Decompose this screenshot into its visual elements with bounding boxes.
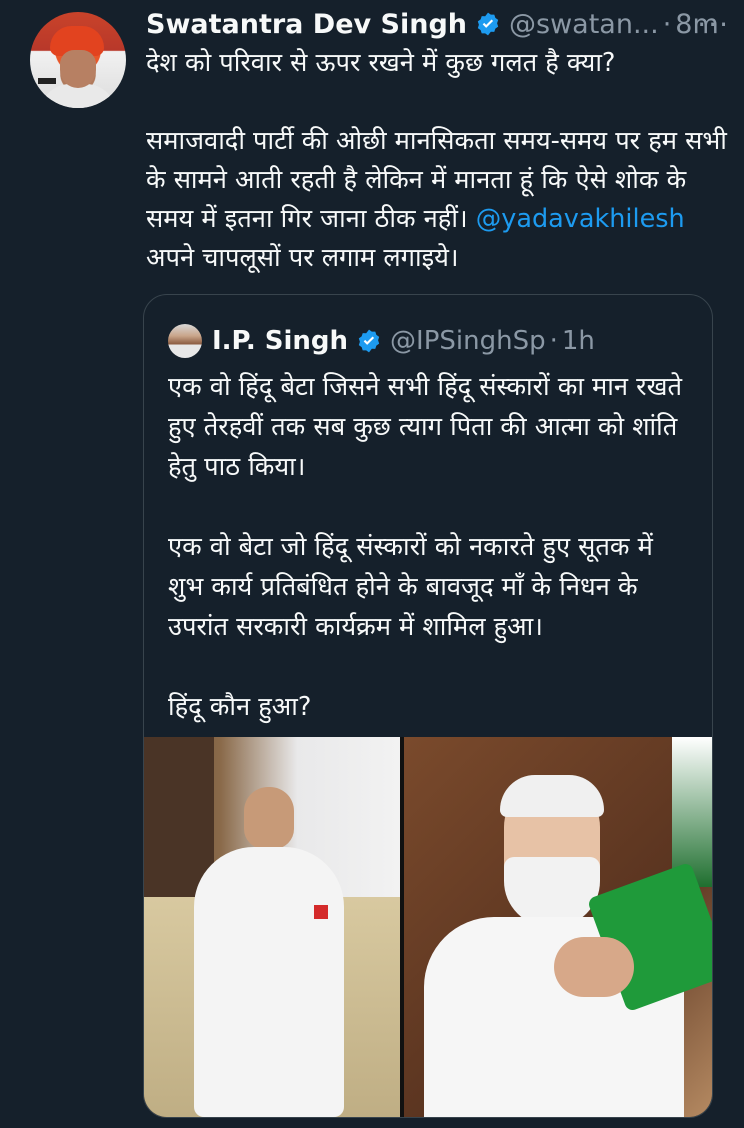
avatar-face bbox=[60, 50, 96, 88]
mention-link[interactable]: @yadavakhilesh bbox=[476, 204, 685, 234]
quote-paragraph: हिंदू कौन हुआ? bbox=[168, 692, 312, 722]
author-avatar[interactable] bbox=[30, 12, 126, 108]
author-handle[interactable]: @swatan... bbox=[509, 9, 659, 40]
quote-time[interactable]: 1h bbox=[562, 326, 595, 356]
more-options-icon[interactable]: ··· bbox=[697, 8, 730, 41]
separator-dot: · bbox=[549, 326, 558, 356]
mention-suffix: अपने चापलूसों पर लगाम लगाइये। bbox=[146, 243, 459, 273]
quote-header: I.P. Singh @IPSinghSp · 1h bbox=[168, 321, 595, 361]
quote-paragraph: एक वो बेटा जो हिंदू संस्कारों को नकारते … bbox=[168, 532, 653, 642]
tweet-paragraph: समाजवादी पार्टी की ओछी मानसिकता समय-समय … bbox=[146, 122, 736, 278]
quote-author-handle[interactable]: @IPSinghSp bbox=[390, 326, 546, 356]
verified-badge-icon bbox=[358, 329, 380, 353]
verified-badge-icon bbox=[477, 12, 499, 36]
media-photo-right[interactable] bbox=[404, 737, 712, 1117]
quote-media[interactable] bbox=[144, 737, 712, 1117]
quoted-tweet[interactable]: I.P. Singh @IPSinghSp · 1h एक वो हिंदू ब… bbox=[143, 294, 713, 1118]
media-photo-left[interactable] bbox=[144, 737, 400, 1117]
tweet-paragraph: देश को परिवार से ऊपर रखने में कुछ गलत है… bbox=[146, 48, 616, 78]
tweet-header: Swatantra Dev Singh @swatan... · 8m bbox=[146, 2, 734, 46]
separator-dot: · bbox=[662, 8, 672, 40]
avatar-microphone bbox=[38, 78, 56, 84]
quote-body: एक वो हिंदू बेटा जिसने सभी हिंदू संस्कार… bbox=[168, 367, 688, 727]
author-name[interactable]: Swatantra Dev Singh bbox=[146, 9, 467, 40]
quote-author-name[interactable]: I.P. Singh bbox=[212, 326, 348, 356]
quote-paragraph: एक वो हिंदू बेटा जिसने सभी हिंदू संस्कार… bbox=[168, 372, 682, 482]
tweet-body: देश को परिवार से ऊपर रखने में कुछ गलत है… bbox=[146, 44, 736, 278]
quote-author-avatar[interactable] bbox=[168, 324, 202, 358]
